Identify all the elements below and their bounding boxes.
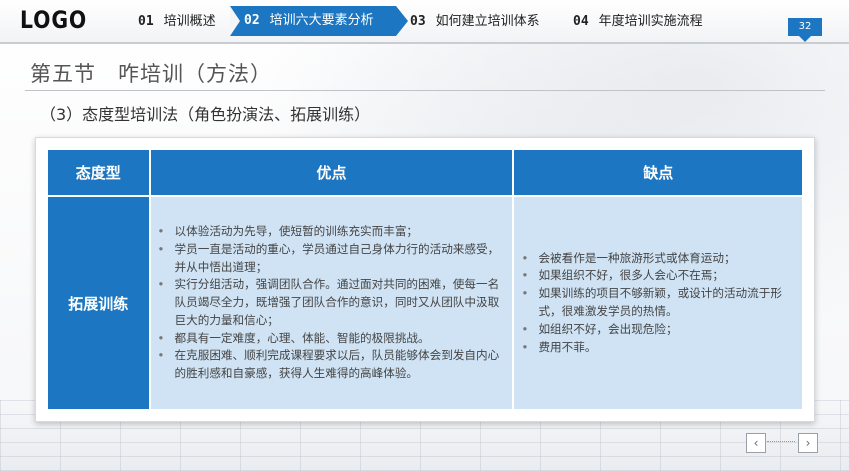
chevron-left-icon: ‹ <box>753 436 759 450</box>
logo: LOGO <box>20 6 88 34</box>
nav-number: 04 <box>573 14 589 29</box>
nav-number: 02 <box>244 13 260 28</box>
pros-list: 以体验活动为先导，使短暂的训练充实而丰富； 学员一直是活动的重心，学员通过自己身… <box>155 223 505 383</box>
nav-item-annual-process[interactable]: 04 年度培训实施流程 <box>573 10 703 34</box>
nav-number: 03 <box>410 14 426 29</box>
list-item: 以体验活动为先导，使短暂的训练充实而丰富； <box>155 223 505 241</box>
list-item: 实行分组活动，强调团队合作。通过面对共同的困难，使每一名队员竭尽全力，既增强了团… <box>155 276 505 329</box>
title-divider <box>25 90 825 91</box>
list-item: 费用不菲。 <box>518 339 794 357</box>
chevron-right-icon: › <box>805 436 811 450</box>
header-pros: 优点 <box>150 150 513 195</box>
pros-cell: 以体验活动为先导，使短暂的训练充实而丰富； 学员一直是活动的重心，学员通过自己身… <box>150 197 513 409</box>
list-item: 学员一直是活动的重心，学员通过自己身体力行的活动来感受，并从中悟出道理； <box>155 241 505 277</box>
pager-dots <box>767 441 795 442</box>
nav-label: 如何建立培训体系 <box>435 14 540 29</box>
row-header-outward-bound: 拓展训练 <box>48 197 149 409</box>
list-item: 如果组织不好，很多人会心不在焉； <box>518 267 794 285</box>
list-item: 会被看作是一种旅游形式或体育运动； <box>518 250 794 268</box>
cons-list: 会被看作是一种旅游形式或体育运动； 如果组织不好，很多人会心不在焉； 如果训练的… <box>518 250 794 357</box>
prev-slide-button[interactable]: ‹ <box>746 433 766 453</box>
list-item: 如果训练的项目不够新颖，或设计的活动流于形式，很难激发学员的热情。 <box>518 285 794 321</box>
header-cons: 缺点 <box>514 150 802 195</box>
page-number-badge: 32 <box>788 18 822 42</box>
list-item: 如组织不好，会出现危险； <box>518 321 794 339</box>
list-item: 都具有一定难度，心理、体能、智能的极限挑战。 <box>155 330 505 348</box>
header-type: 态度型 <box>48 150 149 195</box>
cons-cell: 会被看作是一种旅游形式或体育运动； 如果组织不好，很多人会心不在焉； 如果训练的… <box>514 197 802 409</box>
comparison-table: 态度型 优点 缺点 拓展训练 以体验活动为先导，使短暂的训练充实而丰富； 学员一… <box>46 148 804 411</box>
nav-item-elements-analysis[interactable]: 02 培训六大要素分析 <box>230 6 408 36</box>
section-title: 第五节 咋培训（方法） <box>30 62 272 86</box>
nav-number: 01 <box>138 14 154 29</box>
table-header-row: 态度型 优点 缺点 <box>48 150 802 195</box>
nav-item-build-system[interactable]: 03 如何建立培训体系 <box>410 10 540 34</box>
nav-label: 年度培训实施流程 <box>598 14 703 29</box>
subtitle: （3）态度型培训法（角色扮演法、拓展训练） <box>40 105 371 124</box>
top-navigation-bar: LOGO 01 培训概述 02 培训六大要素分析 03 如何建立培训体系 04 年度培训… <box>0 0 849 44</box>
next-slide-button[interactable]: › <box>798 433 818 453</box>
list-item: 在克服困难、顺利完成课程要求以后，队员能够体会到发自内心的胜利感和自豪感，获得人… <box>155 347 505 383</box>
nav-label: 培训六大要素分析 <box>269 13 374 28</box>
table-row: 拓展训练 以体验活动为先导，使短暂的训练充实而丰富； 学员一直是活动的重心，学员… <box>48 197 802 409</box>
nav-item-overview[interactable]: 01 培训概述 <box>138 10 216 34</box>
nav-label: 培训概述 <box>163 14 216 29</box>
